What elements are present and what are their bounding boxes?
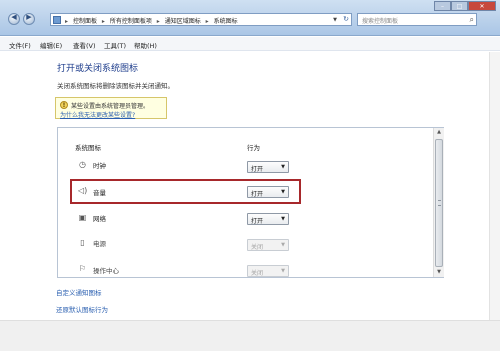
row-label-action-center: 操作中心 [93,267,119,275]
minimize-button[interactable]: – [434,1,451,11]
forward-button[interactable]: ▶ [23,13,35,25]
menu-file[interactable]: 文件(F) [9,40,31,50]
row-label-volume: 音量 [93,189,106,197]
close-button[interactable]: ✕ [468,1,496,11]
column-header-behavior: 行为 [247,144,260,152]
page-description: 关闭系统图标将删除该图标并关闭通知。 [57,82,174,90]
menu-help[interactable]: 帮助(H) [134,40,157,50]
chevron-down-icon: ▼ [281,164,285,170]
breadcrumb-item[interactable]: 控制面板 [73,18,97,25]
select-value: 打开 [251,191,264,198]
admin-notice: ! 某些设置由系统管理员管理。 为什么我无法更改某些设置? [55,97,167,119]
chevron-down-icon: ▼ [281,268,285,274]
scroll-thumb[interactable] [435,139,443,267]
scroll-up-icon[interactable]: ▲ [434,128,444,137]
network-behavior-select[interactable]: 打开 ▼ [247,213,289,225]
page-title: 打开或关闭系统图标 [57,64,139,74]
back-button[interactable]: ◀ [8,13,20,25]
title-bar: – □ ✕ ◀ ▶ ▸ 控制面板 ▸ 所有控制面板项 ▸ 通知区域图标 ▸ 系统… [0,0,500,36]
action-center-behavior-select: 关闭 ▼ [247,265,289,277]
grip-icon [438,200,441,206]
power-icon: ▯ [80,238,85,247]
breadcrumb: ▸ 控制面板 ▸ 所有控制面板项 ▸ 通知区域图标 ▸ 系统图标 [65,16,241,25]
volume-behavior-select[interactable]: 打开 ▼ [247,186,289,198]
breadcrumb-item[interactable]: 通知区域图标 [165,18,201,25]
notice-text: 某些设置由系统管理员管理。 [71,103,150,110]
row-label-network: 网络 [93,215,106,223]
system-icons-panel: 系统图标 行为 ◷ 时钟 打开 ▼ ◁) 音量 打开 ▼ ▣ 网络 打开 ▼ ▯… [57,127,444,278]
breadcrumb-item[interactable]: 所有控制面板项 [110,18,152,25]
search-icon[interactable]: ⌕ [470,15,474,25]
volume-icon: ◁) [78,186,88,195]
chevron-down-icon: ▼ [281,189,285,195]
clock-icon: ◷ [79,160,86,169]
menu-tools[interactable]: 工具(T) [104,40,126,50]
notice-link[interactable]: 为什么我无法更改某些设置? [60,110,135,119]
column-header-icon: 系统图标 [75,144,101,152]
breadcrumb-separator-icon: ▸ [65,18,69,25]
control-panel-icon [53,16,61,24]
row-label-clock: 时钟 [93,162,106,170]
address-bar[interactable]: ▸ 控制面板 ▸ 所有控制面板项 ▸ 通知区域图标 ▸ 系统图标 ▼ ↻ [50,13,352,26]
chevron-down-icon: ▼ [281,216,285,222]
power-behavior-select: 关闭 ▼ [247,239,289,251]
clock-behavior-select[interactable]: 打开 ▼ [247,161,289,173]
menu-edit[interactable]: 编辑(E) [40,40,62,50]
vertical-scrollbar[interactable]: ▲ ▼ [433,128,444,277]
search-placeholder: 搜索控制面板 [362,18,399,25]
back-arrow-icon: ◀ [11,13,17,21]
row-label-power: 电源 [93,240,106,248]
select-value: 关闭 [251,244,264,251]
breadcrumb-item[interactable]: 系统图标 [214,18,238,25]
menu-view[interactable]: 查看(V) [73,40,96,50]
info-icon: ! [60,101,68,109]
breadcrumb-separator-icon: ▸ [205,18,209,25]
chevron-down-icon: ▼ [281,242,285,248]
select-value: 打开 [251,218,264,225]
breadcrumb-separator-icon: ▸ [156,18,160,25]
select-value: 关闭 [251,270,264,277]
flag-icon: ⚐ [78,264,87,273]
scroll-down-icon[interactable]: ▼ [434,268,444,277]
search-box[interactable]: 搜索控制面板 ⌕ [357,13,477,26]
maximize-button[interactable]: □ [451,1,468,11]
window-controls: – □ ✕ [434,1,496,12]
address-dropdown-icon[interactable]: ▼ [333,17,337,23]
select-value: 打开 [251,166,264,173]
restore-default-behavior-link[interactable]: 还原默认图标行为 [56,304,108,314]
window-edge [489,52,500,320]
customize-notification-icons-link[interactable]: 自定义通知图标 [56,287,102,297]
footer-bar [0,320,500,351]
breadcrumb-separator-icon: ▸ [101,18,105,25]
refresh-icon[interactable]: ↻ [343,15,349,23]
forward-arrow-icon: ▶ [26,13,32,21]
menu-bar: 文件(F) 编辑(E) 查看(V) 工具(T) 帮助(H) [0,37,500,51]
network-icon: ▣ [78,213,87,222]
